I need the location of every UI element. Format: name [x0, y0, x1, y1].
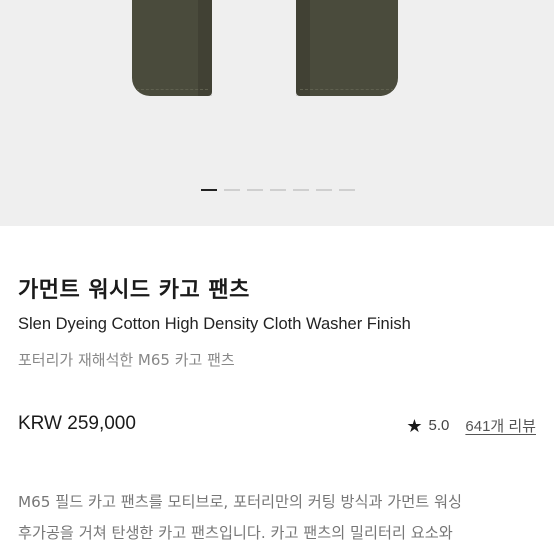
star-icon: ★	[406, 415, 423, 436]
product-description: M65 필드 카고 팬츠를 모티브로, 포터리만의 커팅 방식과 가먼트 워싱 …	[18, 487, 548, 549]
gallery-dot[interactable]	[247, 189, 263, 191]
product-title: 가먼트 워시드 카고 팬츠	[18, 278, 250, 303]
gallery-dot[interactable]	[293, 189, 309, 191]
review-count-link[interactable]: 641개 리뷰	[465, 415, 536, 436]
description-line: 후가공을 거쳐 탄생한 카고 팬츠입니다. 카고 팬츠의 밀리터리 요소와	[18, 524, 453, 542]
gallery-dot[interactable]	[316, 189, 332, 191]
gallery-dot[interactable]	[339, 189, 355, 191]
description-line: M65 필드 카고 팬츠를 모티브로, 포터리만의 커팅 방식과 가먼트 워싱	[18, 493, 462, 511]
gallery-dot[interactable]	[201, 189, 217, 191]
product-price: KRW 259,000	[18, 413, 136, 434]
product-tagline: 포터리가 재해석한 M65 카고 팬츠	[18, 351, 235, 369]
gallery-dot[interactable]	[224, 189, 240, 191]
gallery-dot[interactable]	[270, 189, 286, 191]
product-english-name: Slen Dyeing Cotton High Density Cloth Wa…	[18, 315, 411, 333]
rating-value: 5.0	[428, 417, 450, 434]
gallery-page-indicator	[201, 189, 355, 191]
product-image-right-leg	[296, 0, 398, 96]
product-image-gallery[interactable]	[0, 0, 554, 226]
product-image-left-leg	[132, 0, 212, 96]
product-rating: ★ 5.0 641개 리뷰	[406, 415, 536, 436]
